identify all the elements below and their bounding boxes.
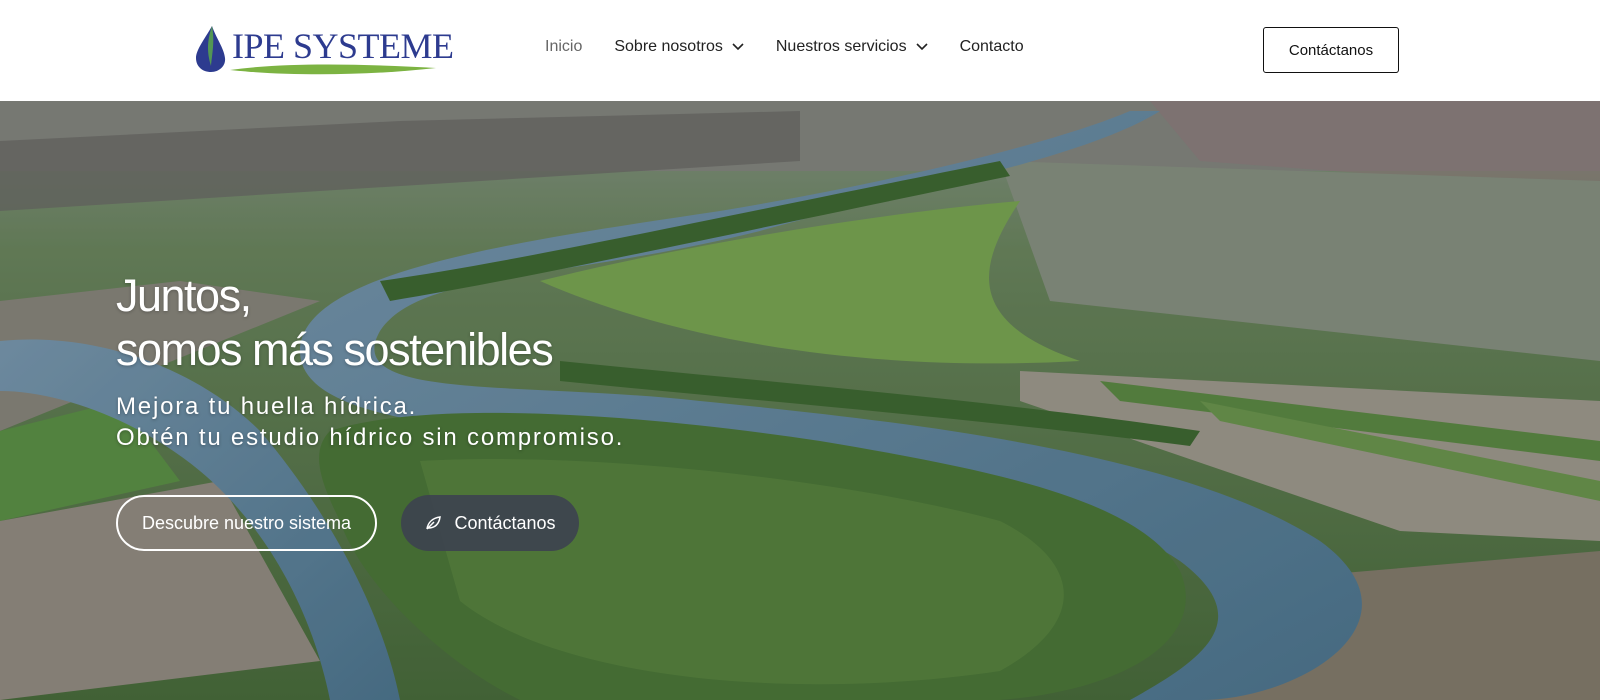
hero-subtitle-line: Mejora tu huella hídrica. [116,393,418,420]
nav-item-sobre-nosotros[interactable]: Sobre nosotros [614,38,744,56]
brand-logo[interactable]: IPE SYSTEME [196,22,454,78]
hero-title-line: somos más sostenibles [116,324,554,375]
leaf-icon [426,516,442,530]
chevron-down-icon [732,43,744,51]
hero-contact-button[interactable]: Contáctanos [401,495,579,551]
site-header: IPE SYSTEME Inicio Sobre nosotros Nuestr… [0,0,1600,101]
hero-section: Juntos, somos más sostenibles Mejora tu … [0,101,1600,700]
nav-item-label: Contacto [959,38,1024,55]
hero-contact-label: Contáctanos [454,512,556,533]
main-nav: Inicio Sobre nosotros Nuestros servicios… [545,38,1056,56]
hero-title-line: Juntos, [116,270,252,321]
hero-title: Juntos, somos más sostenibles [116,269,554,377]
discover-system-button[interactable]: Descubre nuestro sistema [116,495,377,551]
header-contact-button[interactable]: Contáctanos [1263,27,1399,73]
nav-item-inicio[interactable]: Inicio [545,38,582,56]
brand-name: IPE SYSTEME [232,26,454,66]
hero-subtitle-line: Obtén tu estudio hídrico sin compromiso. [116,424,625,451]
nav-item-label: Sobre nosotros [614,38,723,55]
hero-subtitle: Mejora tu huella hídrica. Obtén tu estud… [116,391,624,453]
nav-item-label: Inicio [545,38,583,55]
nav-item-nuestros-servicios[interactable]: Nuestros servicios [776,38,928,56]
nav-item-contacto[interactable]: Contacto [960,38,1024,56]
chevron-down-icon [916,43,928,51]
nav-item-label: Nuestros servicios [775,38,907,55]
